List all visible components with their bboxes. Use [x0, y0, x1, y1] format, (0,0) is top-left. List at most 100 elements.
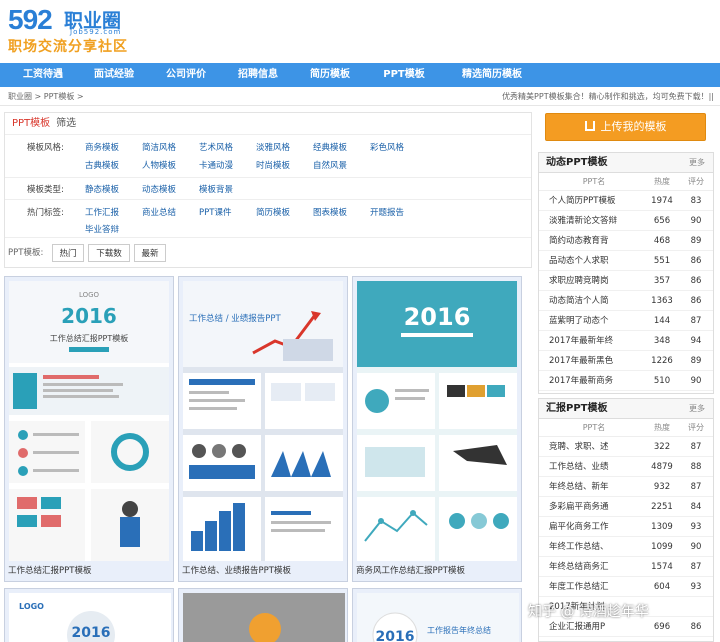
table-row[interactable]: 品动态个人求职 551 86 — [539, 251, 713, 271]
filter-style-item[interactable]: 经典模板 — [313, 141, 347, 153]
sort-newest-button[interactable]: 最新 — [134, 244, 166, 262]
table-row[interactable]: 竞聘、求职、述 322 87 — [539, 437, 713, 457]
more-link[interactable]: 更多 — [689, 399, 705, 419]
row-heat: 1974 — [651, 196, 673, 206]
nav-item-jobs[interactable]: 招聘信息 — [222, 63, 294, 87]
panel-table-header: PPT名 热度 评分 — [539, 173, 713, 191]
template-card[interactable]: 2016 工作报告年终总结 — [352, 588, 522, 642]
row-name[interactable]: 年度工作总结汇 — [549, 577, 639, 597]
row-name[interactable]: 蓝紫明了动态个 — [549, 311, 639, 331]
template-thumbnail[interactable]: 工作总结 / 业绩报告PPT — [183, 281, 343, 561]
filter-style-item[interactable]: 彩色风格 — [370, 141, 404, 153]
template-card[interactable] — [178, 588, 348, 642]
table-row[interactable]: 蓝紫明了动态个 144 87 — [539, 311, 713, 331]
row-heat: 604 — [653, 582, 671, 592]
table-row[interactable]: 多彩扁平商务通 2251 84 — [539, 497, 713, 517]
more-link[interactable]: 更多 — [689, 153, 705, 173]
table-row[interactable]: 动态简洁个人简 1363 86 — [539, 291, 713, 311]
table-row[interactable]: 年度工作总结汇 604 93 — [539, 577, 713, 597]
nav-item-company-review[interactable]: 公司评价 — [150, 63, 222, 87]
col-name: PPT名 — [582, 423, 606, 432]
nav-item-featured-resume[interactable]: 精选简历模板 — [442, 63, 542, 87]
table-row[interactable]: 扁平化商务工作 1309 93 — [539, 517, 713, 537]
row-name[interactable]: 淡雅清新论文答辩 — [549, 211, 639, 231]
filter-style-item[interactable]: 淡雅风格 — [256, 141, 290, 153]
table-row[interactable]: 2017年最新黑色 1226 89 — [539, 351, 713, 371]
row-name[interactable]: 求职应聘竞聘岗 — [549, 271, 639, 291]
filter-tag-item[interactable]: PPT课件 — [199, 206, 231, 218]
slide-year: 2016 — [376, 629, 415, 642]
row-name[interactable]: 竞聘、求职、述 — [549, 437, 639, 457]
filter-style-item[interactable]: 自然风景 — [313, 159, 347, 171]
filter-tag-item[interactable]: 商业总结 — [142, 206, 176, 218]
row-name[interactable]: 年终工作总结、 — [549, 537, 639, 557]
table-row[interactable]: 年终总结商务汇 1574 87 — [539, 557, 713, 577]
table-row[interactable]: 求职应聘竞聘岗 357 86 — [539, 271, 713, 291]
table-row[interactable]: 个人简历PPT模板 1974 83 — [539, 191, 713, 211]
filter-style-item[interactable]: 商务模板 — [85, 141, 119, 153]
filter-tag-item[interactable]: 毕业答辩 — [85, 223, 119, 235]
table-row[interactable]: 年终总结、新年 932 87 — [539, 477, 713, 497]
row-name[interactable]: 动态简洁个人简 — [549, 291, 639, 311]
row-name[interactable]: 扁平化商务工作 — [549, 517, 639, 537]
row-name[interactable]: 工作总结、业绩 — [549, 457, 639, 477]
template-preview-graphic — [183, 593, 345, 642]
template-preview-graphic: 工作总结 / 业绩报告PPT — [183, 281, 343, 561]
row-name[interactable]: 年终总结商务汇 — [549, 557, 639, 577]
table-row[interactable]: 淡雅清新论文答辩 656 90 — [539, 211, 713, 231]
row-heat: 144 — [653, 316, 671, 326]
filter-style-item[interactable]: 卡通动漫 — [199, 159, 233, 171]
nav-item-ppt-template[interactable]: PPT模板 — [366, 63, 442, 87]
template-thumbnail[interactable]: LOGO 2016 工作总结汇报PPT模板 — [9, 281, 169, 561]
sort-hot-button[interactable]: 热门 — [52, 244, 84, 262]
template-card[interactable]: LOGO 2016 — [4, 588, 174, 642]
table-row[interactable]: 2017年最新年终 348 94 — [539, 331, 713, 351]
template-caption[interactable]: 工作总结汇报PPT模板 — [8, 564, 91, 576]
template-thumbnail[interactable]: 2016 — [357, 281, 517, 561]
row-score: 83 — [690, 196, 702, 206]
nav-item-resume-template[interactable]: 简历模板 — [294, 63, 366, 87]
filter-style-item[interactable]: 人物模板 — [142, 159, 176, 171]
breadcrumb-path[interactable]: 职业圈 > PPT模板 > — [8, 88, 84, 106]
row-name[interactable]: 2017年最新黑色 — [549, 351, 639, 371]
table-row[interactable]: 简约动态教育背 468 89 — [539, 231, 713, 251]
template-preview-graphic: LOGO 2016 工作总结汇报PPT模板 — [9, 281, 169, 561]
filter-style-item[interactable]: 简洁风格 — [142, 141, 176, 153]
template-card[interactable]: 2016 商务风工作总结汇报PPT模板 — [352, 276, 522, 582]
filter-tag-item[interactable]: 开题报告 — [370, 206, 404, 218]
filter-tag-item[interactable]: 工作汇报 — [85, 206, 119, 218]
filter-type-item[interactable]: 静态模板 — [85, 183, 119, 195]
filter-style-item[interactable]: 时尚模板 — [256, 159, 290, 171]
filter-style-item[interactable]: 艺术风格 — [199, 141, 233, 153]
row-name[interactable]: 个人简历PPT模板 — [549, 191, 639, 211]
table-row[interactable]: 工作总结、业绩 4879 88 — [539, 457, 713, 477]
template-caption[interactable]: 工作总结、业绩报告PPT模板 — [182, 564, 291, 576]
row-name[interactable]: 品动态个人求职 — [549, 251, 639, 271]
row-name[interactable]: 年终总结、新年 — [549, 477, 639, 497]
logo-number[interactable]: 592 — [8, 4, 53, 36]
filter-style-item[interactable]: 古典模板 — [85, 159, 119, 171]
table-row[interactable]: 2017年最新商务 510 90 — [539, 371, 713, 391]
table-row[interactable]: 年终工作总结、 1099 90 — [539, 537, 713, 557]
row-name[interactable]: 简约动态教育背 — [549, 231, 639, 251]
template-caption[interactable]: 商务风工作总结汇报PPT模板 — [356, 564, 465, 576]
filter-type-item[interactable]: 模板背景 — [199, 183, 233, 195]
sort-downloads-button[interactable]: 下载数 — [88, 244, 130, 262]
slide-year: 2016 — [404, 303, 471, 331]
row-name[interactable]: 2017年最新年终 — [549, 331, 639, 351]
row-name[interactable]: 多彩扁平商务通 — [549, 497, 639, 517]
filter-type-item[interactable]: 动态模板 — [142, 183, 176, 195]
nav-item-salary[interactable]: 工资待遇 — [8, 63, 78, 87]
filter-tag-item[interactable]: 图表模板 — [313, 206, 347, 218]
upload-template-button[interactable]: 上传我的模板 — [545, 113, 706, 141]
row-name[interactable]: 2017年最新商务 — [549, 371, 639, 391]
template-card[interactable]: 工作总结 / 业绩报告PPT 工作总结、业绩报告PPT模板 — [178, 276, 348, 582]
filter-tag-item[interactable]: 简历模板 — [256, 206, 290, 218]
row-heat: 1574 — [651, 562, 673, 572]
row-score: 93 — [690, 582, 702, 592]
row-score: 94 — [690, 336, 702, 346]
nav-item-interview[interactable]: 面试经验 — [78, 63, 150, 87]
template-card[interactable]: LOGO 2016 工作总结汇报PPT模板 工作总结汇报PPT模板 — [4, 276, 174, 582]
row-heat: 357 — [653, 276, 671, 286]
row-score: 87 — [690, 442, 702, 452]
